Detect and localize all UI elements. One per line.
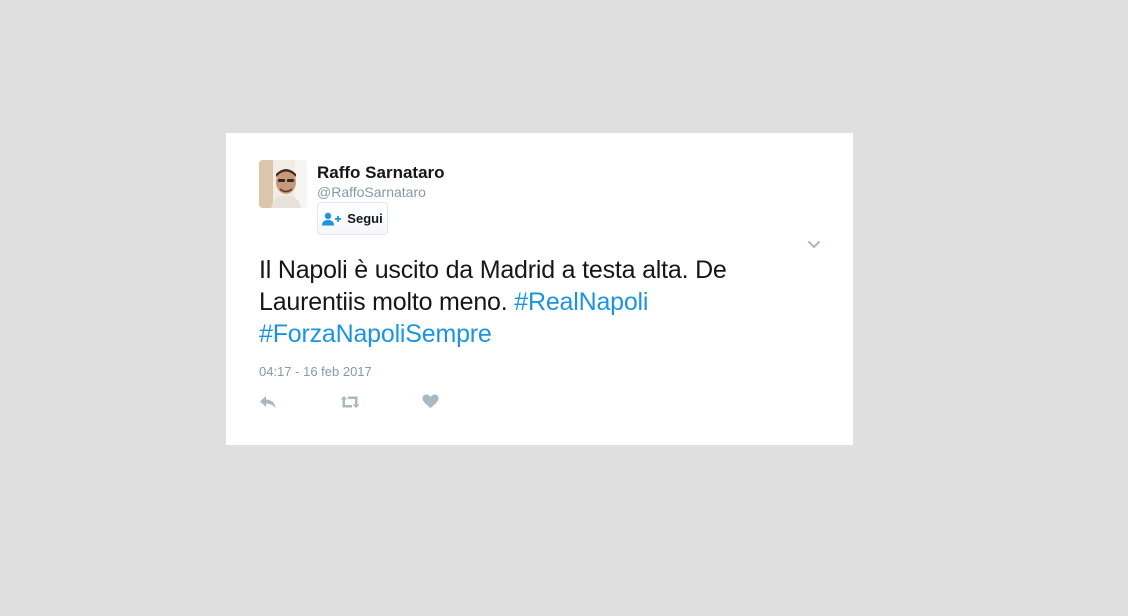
reply-button[interactable] <box>259 394 277 414</box>
avatar-photo <box>259 160 307 208</box>
follow-button[interactable]: Segui <box>317 202 388 235</box>
follow-button-label: Segui <box>347 211 383 226</box>
author-screen-name[interactable]: @RaffoSarnataro <box>317 184 426 200</box>
tweet-text: Il Napoli è uscito da Madrid a testa alt… <box>259 254 819 350</box>
tweet-card: Raffo Sarnataro @RaffoSarnataro Segui Il… <box>226 133 853 445</box>
retweet-button[interactable] <box>340 394 360 414</box>
reply-icon <box>259 395 277 414</box>
hashtag-link-realnapoli[interactable]: #RealNapoli <box>514 288 648 316</box>
retweet-icon <box>340 395 360 414</box>
heart-icon <box>422 394 439 414</box>
like-button[interactable] <box>422 394 439 414</box>
hashtag-link-forzanapolisempre[interactable]: #ForzaNapoliSempre <box>259 320 492 348</box>
author-display-name[interactable]: Raffo Sarnataro <box>317 163 445 183</box>
chevron-down-icon[interactable] <box>806 237 822 251</box>
tweet-text-body: Il Napoli è uscito da Madrid a testa alt… <box>259 256 727 316</box>
person-plus-icon <box>322 212 342 226</box>
tweet-timestamp[interactable]: 04:17 - 16 feb 2017 <box>259 364 372 379</box>
avatar[interactable] <box>259 160 307 208</box>
